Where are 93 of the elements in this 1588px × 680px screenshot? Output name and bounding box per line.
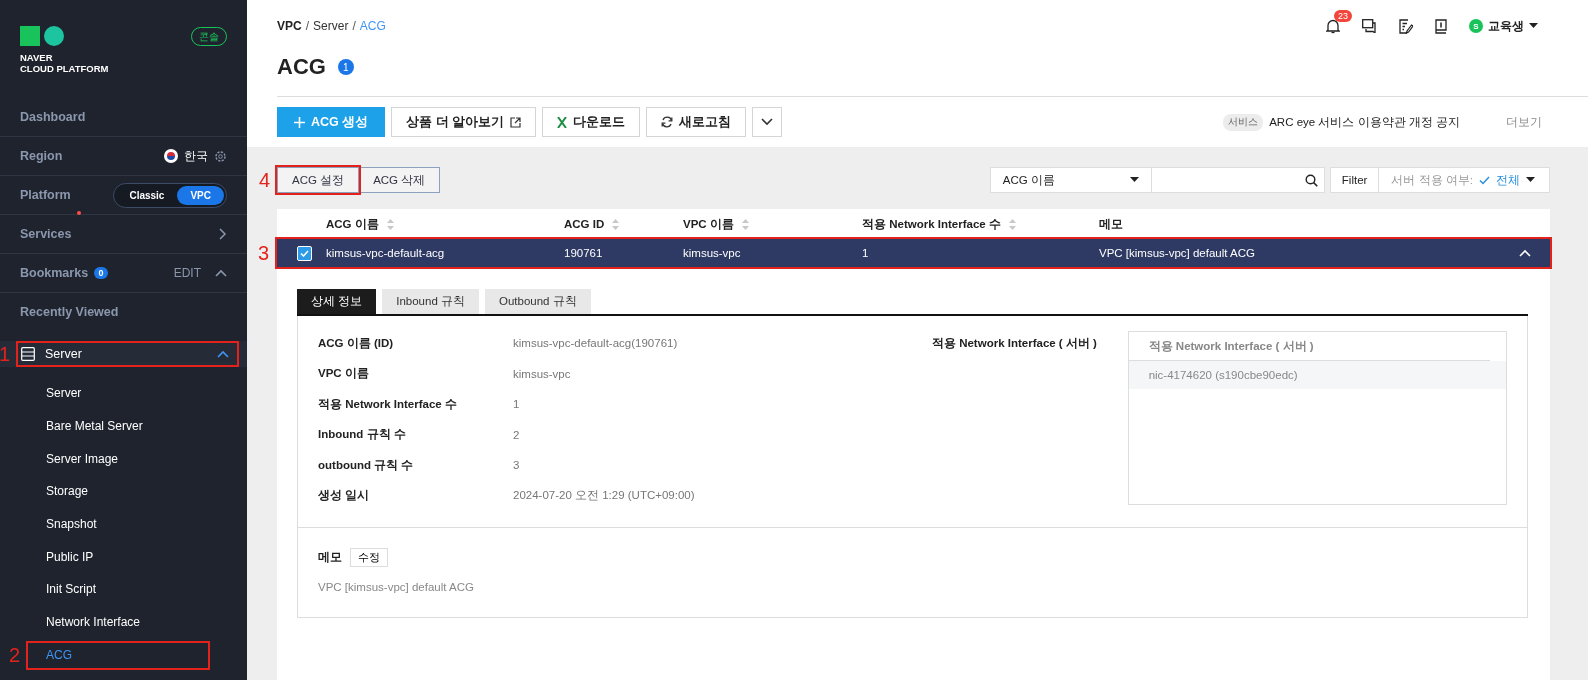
field-value: 1 xyxy=(513,398,520,411)
book-icon xyxy=(1435,18,1447,34)
section-heading: Recently Viewed xyxy=(20,305,120,319)
search-icon xyxy=(1304,173,1318,187)
logo-icon xyxy=(20,26,65,46)
menu-item[interactable]: Network Interface xyxy=(0,605,247,639)
field-value: 2 xyxy=(513,428,520,441)
table-cell-text: 1 xyxy=(862,247,870,259)
menu-item[interactable]: Public IP xyxy=(0,540,247,574)
menu-item[interactable]: Server xyxy=(0,377,247,410)
table-cell-text: kimsus-vpc-default-acg xyxy=(326,247,446,259)
chat-icon xyxy=(1362,19,1377,33)
more-button[interactable] xyxy=(752,107,783,137)
caret-down-icon xyxy=(1129,177,1139,183)
plus-icon xyxy=(294,116,305,128)
refresh-icon xyxy=(661,116,674,128)
chevron-right-icon xyxy=(219,228,227,240)
nav-label[interactable]: Services xyxy=(20,227,72,241)
user-name[interactable]: 교육생 xyxy=(1488,17,1524,35)
field-label: outbound 규칙 수 xyxy=(318,457,415,473)
column-header[interactable]: VPC 이름 xyxy=(683,216,734,232)
field-label: 적용 Network Interface 수 xyxy=(318,396,458,412)
detail-tab[interactable]: Inbound 규칙 xyxy=(382,289,479,314)
column-header[interactable]: 적용 Network Interface 수 xyxy=(862,216,1001,232)
excel-icon xyxy=(557,116,568,128)
logo-text: NAVER CLOUD PLATFORM xyxy=(20,52,109,74)
platform-option[interactable]: Classic xyxy=(116,185,178,205)
breadcrumb-item[interactable]: VPC xyxy=(277,19,302,33)
field-label: Inbound 규칙 수 xyxy=(318,427,407,443)
nav-label[interactable]: Bookmarks xyxy=(20,266,89,280)
bell-icon xyxy=(1326,18,1340,34)
nav-label[interactable]: Platform xyxy=(20,188,108,202)
column-header[interactable]: 메모 xyxy=(1099,216,1123,232)
detail-tab[interactable]: 상세 정보 xyxy=(297,289,377,314)
check-icon xyxy=(300,249,309,257)
menu-item[interactable]: Snapshot xyxy=(0,507,247,541)
menu-item[interactable]: Server Image xyxy=(0,442,247,476)
field-label: 생성 일시 xyxy=(318,488,371,504)
breadcrumb-separator: / xyxy=(352,19,356,33)
field-value: kimsus-vpc xyxy=(513,367,571,380)
column-header[interactable]: ACG 이름 xyxy=(326,216,379,232)
annotation-number: 3 xyxy=(258,243,270,263)
caret-down-icon xyxy=(1526,177,1535,183)
toolbar-button[interactable]: 상품 더 알아보기 xyxy=(391,107,537,137)
table-cell-text: VPC [kimsus-vpc] default ACG xyxy=(1099,247,1256,259)
memo-icon xyxy=(1399,18,1413,34)
action-button[interactable]: ACG 삭제 xyxy=(359,167,441,193)
field-value: 2024-07-20 오전 1:29 (UTC+09:00) xyxy=(513,488,695,504)
memo-label: 메모 xyxy=(318,550,342,565)
server-icon xyxy=(21,347,35,361)
edit-button[interactable]: 수정 xyxy=(350,548,388,567)
menu-item[interactable]: Bare Metal Server xyxy=(0,409,247,443)
toolbar-button[interactable]: 다운로드 xyxy=(542,107,641,137)
menu-item[interactable]: Storage xyxy=(0,475,247,508)
filter-dropdown[interactable]: Filter 서버 적용 여부: 전체 xyxy=(1329,167,1550,193)
column-header[interactable]: ACG ID xyxy=(564,218,605,230)
nav-label[interactable]: Region xyxy=(20,149,158,163)
search-field[interactable] xyxy=(1150,167,1325,193)
field-label: 적용 Network Interface ( 서버 ) xyxy=(931,336,1098,351)
chevron-down-icon xyxy=(761,118,774,126)
user-avatar: S xyxy=(1469,19,1483,33)
nav-label[interactable]: Dashboard xyxy=(20,110,227,124)
count-badge: 0 xyxy=(94,267,109,279)
annotation-number: 4 xyxy=(259,170,271,190)
checkbox[interactable] xyxy=(297,245,312,261)
table-cell-text: kimsus-vpc xyxy=(683,247,742,259)
annotation-number: 2 xyxy=(9,645,21,665)
notice-link[interactable]: ARC eye 서비스 이용약관 개정 공지 xyxy=(1269,114,1460,130)
edit-link[interactable]: EDIT xyxy=(173,266,201,280)
memo-text: VPC [kimsus-vpc] default ACG xyxy=(318,581,475,593)
caret-down-icon xyxy=(1529,23,1538,29)
breadcrumb-separator: / xyxy=(305,19,310,33)
toolbar-button[interactable]: 새로고침 xyxy=(646,107,747,137)
field-value: 3 xyxy=(513,459,520,472)
external-link-icon xyxy=(510,116,522,128)
check-icon xyxy=(1479,175,1490,185)
search-select[interactable]: ACG 이름 xyxy=(989,167,1152,193)
platform-option[interactable]: VPC xyxy=(177,185,224,205)
annotation-number: 1 xyxy=(0,344,11,364)
region-value[interactable]: 한국 xyxy=(184,147,208,165)
flag-icon xyxy=(164,149,178,163)
field-label: ACG 이름 (ID) xyxy=(318,335,395,351)
count-badge: 1 xyxy=(337,59,354,75)
notification-count: 23 xyxy=(1334,9,1352,22)
notice-tag: 서비스 xyxy=(1223,113,1264,131)
settings-icon xyxy=(214,149,227,163)
detail-tab[interactable]: Outbound 규칙 xyxy=(484,289,591,314)
menu-item[interactable]: Init Script xyxy=(0,573,247,606)
field-label: VPC 이름 xyxy=(318,366,370,382)
page-title: ACG xyxy=(277,54,326,80)
more-link[interactable]: 더보기 xyxy=(1506,114,1542,130)
table-cell-text: 190761 xyxy=(564,247,604,259)
breadcrumb-item[interactable]: Server xyxy=(313,19,349,33)
